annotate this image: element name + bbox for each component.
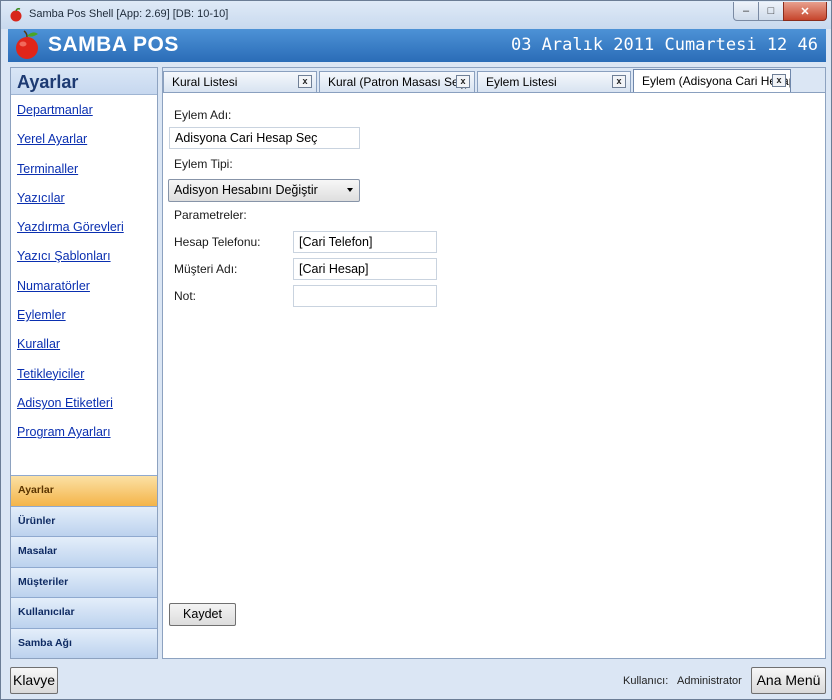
sidebar-item-tetikleyiciler[interactable]: Tetikleyiciler: [11, 367, 157, 396]
chevron-down-icon: [347, 188, 353, 192]
sidebar-item-kurallar[interactable]: Kurallar: [11, 337, 157, 366]
apple-icon: [16, 30, 38, 59]
close-button[interactable]: ✕: [783, 2, 827, 21]
window-title: Samba Pos Shell [App: 2.69] [DB: 10-10]: [29, 8, 229, 20]
action-name-field[interactable]: Adisyona Cari Hesap Seç: [169, 127, 360, 149]
sidebar-title: Ayarlar: [11, 68, 157, 95]
param-phone-field[interactable]: [Cari Telefon]: [293, 231, 437, 253]
close-tab-icon[interactable]: x: [298, 75, 312, 88]
param-note-label: Not:: [174, 289, 197, 303]
nav-musteriler[interactable]: Müşteriler: [11, 566, 157, 597]
save-button[interactable]: Kaydet: [169, 603, 236, 626]
sidebar-item-adisyon-etiketleri[interactable]: Adisyon Etiketleri: [11, 396, 157, 425]
minimize-button[interactable]: –: [733, 2, 759, 21]
tab-eylem-adisyona-cari[interactable]: Eylem (Adisyona Cari Hesap Seç) x: [633, 69, 791, 92]
main-window: Samba Pos Shell [App: 2.69] [DB: 10-10] …: [0, 0, 832, 700]
brand-name: SAMBA POS: [48, 33, 179, 56]
tab-kural-patron-masasi[interactable]: Kural (Patron Masası Seç) x: [319, 71, 475, 92]
sidebar-item-departmanlar[interactable]: Departmanlar: [11, 103, 157, 132]
maximize-button[interactable]: □: [758, 2, 784, 21]
sidebar-item-terminaller[interactable]: Terminaller: [11, 162, 157, 191]
action-name-label: Eylem Adı:: [174, 108, 232, 122]
keyboard-button[interactable]: Klavye: [10, 667, 58, 694]
settings-links: Departmanlar Yerel Ayarlar Terminaller Y…: [11, 95, 157, 455]
tab-label: Kural (Patron Masası Seç): [328, 75, 469, 89]
sidebar-item-yerel-ayarlar[interactable]: Yerel Ayarlar: [11, 132, 157, 161]
tab-strip: Kural Listesi x Kural (Patron Masası Seç…: [163, 68, 825, 92]
param-phone-label: Hesap Telefonu:: [174, 235, 261, 249]
sidebar: Ayarlar Departmanlar Yerel Ayarlar Termi…: [10, 67, 158, 659]
sidebar-item-yazicilar[interactable]: Yazıcılar: [11, 191, 157, 220]
action-type-select[interactable]: Adisyon Hesabını Değiştir: [168, 179, 360, 202]
nav-masalar[interactable]: Masalar: [11, 536, 157, 567]
main-menu-button[interactable]: Ana Menü: [751, 667, 826, 694]
date-time: 03 Aralık 2011 Cumartesi 12 46: [510, 35, 818, 55]
title-bar[interactable]: Samba Pos Shell [App: 2.69] [DB: 10-10] …: [1, 1, 831, 29]
header-banner: SAMBA POS 03 Aralık 2011 Cumartesi 12 46: [8, 29, 826, 62]
nav-samba-agi[interactable]: Samba Ağı: [11, 627, 157, 658]
close-tab-icon[interactable]: x: [772, 74, 786, 87]
nav-kullanicilar[interactable]: Kullanıcılar: [11, 597, 157, 628]
param-customer-label: Müşteri Adı:: [174, 262, 238, 276]
close-tab-icon[interactable]: x: [612, 75, 626, 88]
sidebar-item-program-ayarlari[interactable]: Program Ayarları: [11, 425, 157, 454]
tab-label: Eylem (Adisyona Cari Hesap Seç): [642, 74, 790, 88]
sidebar-item-yazici-sablonlari[interactable]: Yazıcı Şablonları: [11, 249, 157, 278]
tab-kural-listesi[interactable]: Kural Listesi x: [163, 71, 317, 92]
status-bar: Klavye Kullanıcı: Administrator Ana Menü: [8, 667, 826, 695]
tab-eylem-listesi[interactable]: Eylem Listesi x: [477, 71, 631, 92]
user-name: Administrator: [677, 675, 742, 687]
tab-label: Kural Listesi: [172, 75, 238, 89]
action-type-label: Eylem Tipi:: [174, 157, 233, 171]
apple-icon: [10, 8, 22, 22]
parameters-label: Parametreler:: [174, 208, 247, 222]
nav-ayarlar[interactable]: Ayarlar: [11, 475, 157, 506]
sidebar-item-numaratorler[interactable]: Numaratörler: [11, 279, 157, 308]
param-customer-field[interactable]: [Cari Hesap]: [293, 258, 437, 280]
user-label: Kullanıcı:: [623, 675, 669, 687]
param-note-field[interactable]: [293, 285, 437, 307]
close-tab-icon[interactable]: x: [456, 75, 470, 88]
module-nav: Ayarlar Ürünler Masalar Müşteriler Kulla…: [11, 475, 157, 658]
sidebar-item-eylemler[interactable]: Eylemler: [11, 308, 157, 337]
nav-urunler[interactable]: Ürünler: [11, 505, 157, 536]
action-type-value: Adisyon Hesabını Değiştir: [174, 183, 318, 197]
tab-label: Eylem Listesi: [486, 75, 557, 89]
content-area: Kural Listesi x Kural (Patron Masası Seç…: [162, 67, 826, 659]
action-editor-panel: Eylem Adı: Adisyona Cari Hesap Seç Eylem…: [163, 92, 825, 658]
sidebar-item-yazdirma-gorevleri[interactable]: Yazdırma Görevleri: [11, 220, 157, 249]
